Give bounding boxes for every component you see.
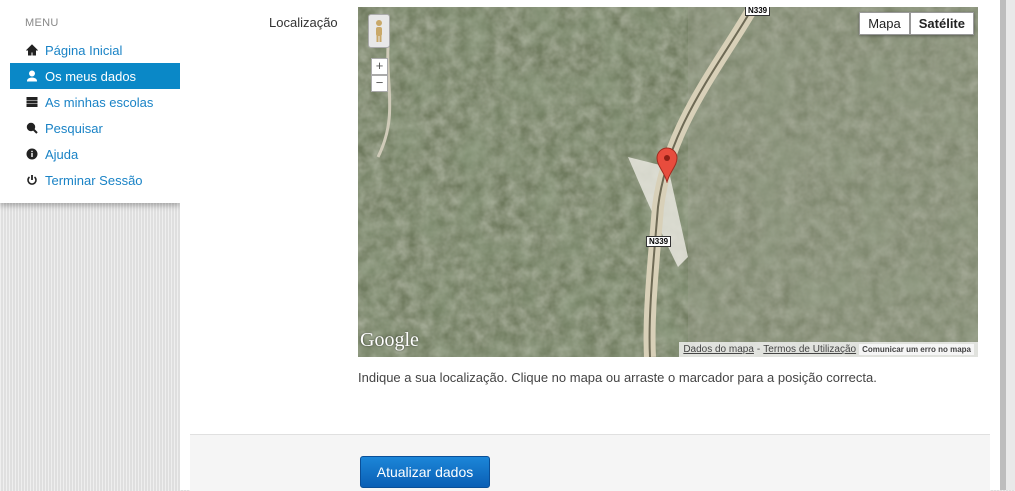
user-icon [26,70,38,82]
terms-of-use-link[interactable]: Termos de Utilização [763,344,856,355]
menu-item-label: Ajuda [45,146,79,162]
search-icon [26,122,38,134]
map-type-control: Mapa Satélite [859,12,974,35]
google-logo: Google [360,329,419,351]
map-data-link[interactable]: Dados do mapa [683,344,754,355]
menu-item-logout[interactable]: Terminar Sessão [10,167,180,193]
menu-item-search[interactable]: Pesquisar [10,115,180,141]
location-map[interactable]: + − Mapa Satélite N339 N339 Google Dados… [358,7,978,357]
menu-list: Página Inicial Os meus dados As minhas e… [10,37,180,193]
main-content: Localização + − Mapa Satélite N339 N339 … [180,0,1000,491]
power-icon [26,174,38,186]
zoom-control: + − [371,58,388,92]
map-attribution: Dados do mapa - Termos de Utilização Com… [679,342,978,357]
home-icon [26,44,38,56]
location-label: Localização [269,15,338,30]
menu-item-home[interactable]: Página Inicial [10,37,180,63]
list-icon [26,96,38,108]
road-label: N339 [646,236,672,247]
map-type-satellite-button[interactable]: Satélite [909,12,974,35]
road-label: N339 [745,7,771,16]
menu-item-my-data[interactable]: Os meus dados [10,63,180,89]
update-data-button[interactable]: Atualizar dados [360,456,490,488]
menu-item-label: Terminar Sessão [45,172,143,188]
zoom-in-button[interactable]: + [371,58,388,75]
menu-item-label: Os meus dados [45,68,137,84]
zoom-out-button[interactable]: − [371,75,388,92]
report-map-error-link[interactable]: Comunicar um erro no mapa [859,344,974,355]
menu-item-label: Pesquisar [45,120,103,136]
street-view-pegman[interactable] [368,14,390,48]
form-actions: Atualizar dados [190,434,990,491]
pegman-icon [376,20,382,42]
menu-item-my-schools[interactable]: As minhas escolas [10,89,180,115]
page-background-strip [1006,0,1015,490]
map-type-roadmap-button[interactable]: Mapa [859,12,910,35]
sidebar: MENU Página Inicial Os meus dados As min… [0,0,180,203]
attribution-separator: - [756,344,761,355]
menu-item-label: Página Inicial [45,42,123,58]
menu-item-help[interactable]: Ajuda [10,141,180,167]
menu-title: MENU [25,17,59,29]
location-hint: Indique a sua localização. Clique no map… [358,370,877,385]
info-icon [26,148,38,160]
menu-item-label: As minhas escolas [45,94,154,110]
location-marker-icon[interactable] [656,147,678,183]
